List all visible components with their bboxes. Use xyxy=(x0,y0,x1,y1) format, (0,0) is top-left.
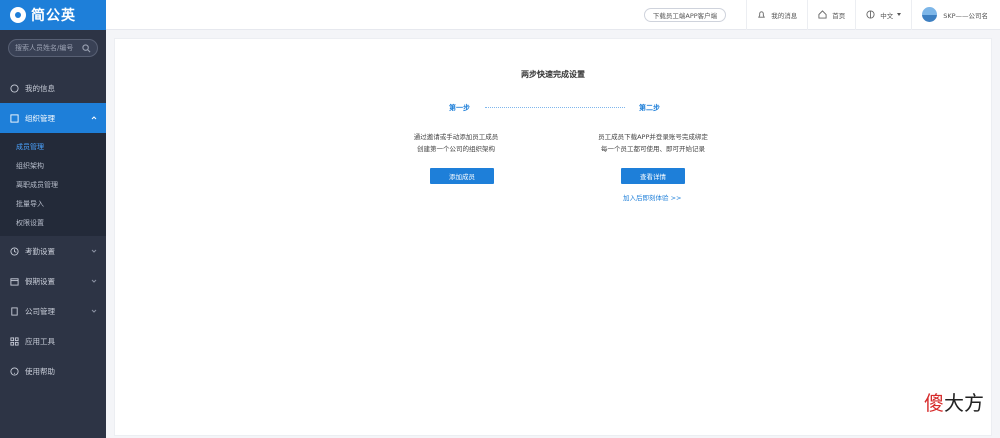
sidebar-item-my-info[interactable]: 我的信息 xyxy=(0,73,106,103)
app-name: 简公英 xyxy=(31,8,76,24)
sidebar-item-label: 假期设置 xyxy=(25,276,55,286)
avatar xyxy=(922,7,938,22)
sidebar: 简公英 我的信息 组织管理 成员管理 组织架构 离职成员管理 批量导入 xyxy=(0,0,106,438)
sidebar-item-label: 我的信息 xyxy=(25,83,55,93)
sidebar-item-label: 公司管理 xyxy=(25,306,55,316)
step-two-label: 第二步 xyxy=(639,104,660,112)
watermark-rest: 大方 xyxy=(944,391,984,415)
search-box[interactable] xyxy=(8,39,98,57)
search-icon[interactable] xyxy=(82,43,91,53)
help-icon xyxy=(10,366,19,376)
clock-icon xyxy=(10,246,19,256)
download-app-button[interactable]: 下载员工端APP客户端 xyxy=(643,7,727,22)
submenu-resigned[interactable]: 离职成员管理 xyxy=(0,175,106,194)
page-title: 两步快速完成设置 xyxy=(521,70,585,79)
submenu-import[interactable]: 批量导入 xyxy=(0,194,106,213)
search-input[interactable] xyxy=(15,44,82,52)
chevron-down-icon xyxy=(91,309,97,313)
sidebar-item-company[interactable]: 公司管理 xyxy=(0,296,106,326)
org-icon xyxy=(10,113,19,123)
language-label: 中文 xyxy=(880,11,894,20)
header-divider xyxy=(746,0,748,30)
submenu-org-structure[interactable]: 组织架构 xyxy=(0,156,106,175)
header-divider xyxy=(807,0,809,30)
view-details-button[interactable]: 查看详情 xyxy=(621,168,685,184)
sidebar-menu: 我的信息 组织管理 成员管理 组织架构 离职成员管理 批量导入 权限设置 考勤设… xyxy=(0,73,106,386)
add-member-button[interactable]: 添加成员 xyxy=(430,168,494,184)
step-two-line-1: 员工成员下载APP并登录账号完成绑定 xyxy=(598,133,708,141)
sidebar-item-leave[interactable]: 假期设置 xyxy=(0,266,106,296)
submenu-member-manage[interactable]: 成员管理 xyxy=(0,137,106,156)
sidebar-item-label: 使用帮助 xyxy=(25,366,55,376)
chevron-up-icon xyxy=(91,116,97,120)
logo-bar[interactable]: 简公英 xyxy=(0,0,106,30)
sidebar-item-label: 考勤设置 xyxy=(25,246,55,256)
watermark-first-char: 傻 xyxy=(924,391,944,415)
top-header: 下载员工端APP客户端 我的消息 首页 中文 SKP——公司名 xyxy=(106,0,1000,30)
calendar-icon xyxy=(10,277,19,286)
home-button[interactable]: 首页 xyxy=(818,10,845,20)
step-one-line-1: 通过邀请或手动添加员工成员 xyxy=(413,133,499,141)
step-connector xyxy=(485,107,625,108)
notice-button[interactable]: 我的消息 xyxy=(757,10,797,20)
sidebar-item-tools[interactable]: 应用工具 xyxy=(0,326,106,356)
sidebar-item-attendance[interactable]: 考勤设置 xyxy=(0,236,106,266)
chevron-down-icon xyxy=(91,249,97,253)
grid-icon xyxy=(10,336,19,346)
home-label: 首页 xyxy=(832,11,846,20)
submenu-permissions[interactable]: 权限设置 xyxy=(0,213,106,232)
step-two-line-2: 每一个员工都可使用、即可开始记录 xyxy=(601,145,705,153)
home-icon xyxy=(10,83,19,93)
building-icon xyxy=(11,306,18,316)
language-select[interactable]: 中文 xyxy=(866,10,902,20)
logo-icon xyxy=(10,7,26,23)
notice-label: 我的消息 xyxy=(771,11,798,20)
watermark: 傻大方 xyxy=(924,387,984,416)
home-icon xyxy=(818,10,827,19)
step-one-line-2: 创建第一个公司的组织架构 xyxy=(417,145,495,153)
sidebar-item-org[interactable]: 组织管理 xyxy=(0,103,106,133)
app-root: 简公英 我的信息 组织管理 成员管理 组织架构 离职成员管理 批量导入 xyxy=(0,0,1000,438)
step-two-desc: 员工成员下载APP并登录账号完成绑定 每一个员工都可使用、即可开始记录 xyxy=(573,131,733,155)
main-panel: 两步快速完成设置 第一步 第二步 通过邀请或手动添加员工成员 创建第一个公司的组… xyxy=(114,38,992,436)
sidebar-submenu: 成员管理 组织架构 离职成员管理 批量导入 权限设置 xyxy=(0,133,106,236)
header-divider xyxy=(855,0,857,30)
globe-icon xyxy=(866,10,875,19)
experience-link[interactable]: 加入后即刻体验 >> xyxy=(623,192,681,202)
chevron-down-icon xyxy=(91,279,97,283)
sidebar-item-label: 组织管理 xyxy=(25,113,55,123)
step-one-desc: 通过邀请或手动添加员工成员 创建第一个公司的组织架构 xyxy=(381,131,531,155)
user-name: SKP——公司名 xyxy=(943,11,988,20)
header-divider xyxy=(911,0,913,30)
sidebar-item-help[interactable]: 使用帮助 xyxy=(0,356,106,386)
user-menu[interactable]: SKP——公司名 xyxy=(922,7,988,22)
sidebar-search xyxy=(0,30,106,63)
sidebar-item-label: 应用工具 xyxy=(25,336,55,346)
caret-down-icon xyxy=(897,13,902,16)
step-one-label: 第一步 xyxy=(449,104,470,112)
bell-icon xyxy=(758,11,766,18)
